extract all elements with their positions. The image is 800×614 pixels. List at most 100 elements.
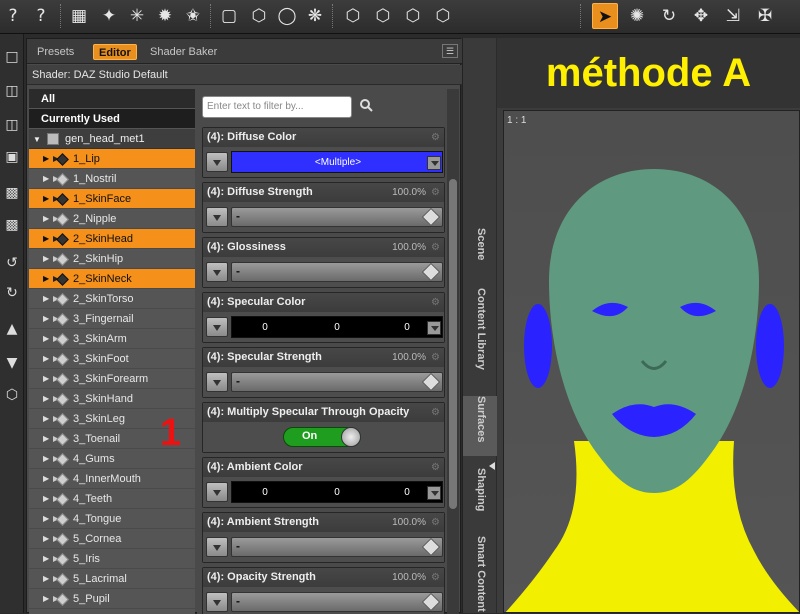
tree-item[interactable]: ▶ 3_SkinForearm: [29, 369, 195, 389]
open-icon[interactable]: ◫: [1, 80, 23, 102]
translate-tool-icon[interactable]: ✥: [688, 3, 714, 29]
tab-shaping[interactable]: Shaping: [463, 468, 497, 528]
slider-knob[interactable]: [421, 537, 441, 557]
tab-scene[interactable]: Scene: [463, 228, 497, 278]
rgb-blue-value[interactable]: 0: [392, 317, 422, 339]
property-menu-button[interactable]: [206, 262, 228, 282]
slider-knob[interactable]: [421, 592, 441, 612]
gear-icon[interactable]: ⚙: [431, 403, 440, 422]
load-pose-icon[interactable]: ▼: [1, 352, 23, 374]
expand-arrow-icon[interactable]: ▶: [43, 189, 49, 209]
tab-content-library[interactable]: Content Library: [463, 288, 497, 388]
property-slider[interactable]: -: [231, 537, 443, 557]
expand-arrow-icon[interactable]: ▶: [43, 349, 49, 369]
ps-icon[interactable]: ▲: [1, 318, 23, 340]
point-light-icon[interactable]: ✳: [124, 3, 150, 29]
tree-item[interactable]: ▶ 2_SkinHip: [29, 249, 195, 269]
tree-item[interactable]: ▶ 5_Pupil: [29, 589, 195, 609]
tab-presets[interactable]: Presets: [32, 44, 79, 60]
scale-tool-icon[interactable]: ⇲: [720, 3, 746, 29]
null-icon[interactable]: ⬡: [400, 3, 426, 29]
search-icon[interactable]: [359, 98, 373, 112]
rgb-blue-value[interactable]: 0: [392, 482, 422, 504]
expand-arrow-icon[interactable]: ▶: [43, 569, 49, 589]
color-swatch[interactable]: <Multiple>: [231, 151, 443, 173]
property-menu-button[interactable]: [206, 372, 228, 392]
color-swatch[interactable]: 0 0 0: [231, 481, 443, 503]
property-menu-button[interactable]: [206, 207, 228, 227]
expand-arrow-icon[interactable]: ▶: [43, 589, 49, 609]
toggle-switch[interactable]: On: [283, 427, 361, 447]
universal-tool-icon[interactable]: ✺: [624, 3, 650, 29]
import-icon[interactable]: ▩: [1, 214, 23, 236]
tree-item[interactable]: ▶ 3_SkinFoot: [29, 349, 195, 369]
tab-shader-baker[interactable]: Shader Baker: [145, 44, 222, 60]
filter-input[interactable]: Enter text to filter by...: [202, 96, 352, 118]
rgb-red-value[interactable]: 0: [250, 482, 280, 504]
color-swatch[interactable]: 0 0 0: [231, 316, 443, 338]
save-icon[interactable]: ▣: [1, 146, 23, 168]
collapse-arrow-icon[interactable]: ▼: [33, 135, 41, 144]
expand-arrow-icon[interactable]: ▶: [43, 509, 49, 529]
color-dropdown[interactable]: [427, 321, 441, 335]
node-select-tool-icon[interactable]: ➤: [592, 3, 618, 29]
expand-arrow-icon[interactable]: ▶: [43, 469, 49, 489]
save-as-icon[interactable]: ▩: [1, 182, 23, 204]
group-icon[interactable]: ⬡: [340, 3, 366, 29]
tree-item[interactable]: ▶ 3_SkinArm: [29, 329, 195, 349]
linear-light-icon[interactable]: ✬: [180, 3, 206, 29]
render-icon[interactable]: ⬡: [1, 384, 23, 406]
distant-light-icon[interactable]: ✹: [152, 3, 178, 29]
property-menu-button[interactable]: [206, 317, 228, 337]
merge-icon[interactable]: ◫: [1, 114, 23, 136]
gear-icon[interactable]: ⚙: [431, 568, 440, 587]
expand-arrow-icon[interactable]: ▶: [43, 209, 49, 229]
tab-smart-content[interactable]: Smart Content: [463, 536, 497, 613]
spotlight-icon[interactable]: ✦: [96, 3, 122, 29]
viewport-canvas[interactable]: 1 : 1: [503, 110, 800, 613]
tree-item[interactable]: ▶ 5_Iris: [29, 549, 195, 569]
tree-filter-all[interactable]: All: [29, 89, 195, 109]
color-dropdown[interactable]: [427, 486, 441, 500]
tab-surfaces[interactable]: Surfaces: [463, 396, 497, 456]
property-slider[interactable]: -: [231, 207, 443, 227]
expand-arrow-icon[interactable]: ▶: [43, 429, 49, 449]
rgb-green-value[interactable]: 0: [322, 482, 352, 504]
tree-root-node[interactable]: ▼ gen_head_met1: [29, 129, 195, 149]
tree-item[interactable]: ▶ 3_Fingernail: [29, 309, 195, 329]
property-slider[interactable]: -: [231, 372, 443, 392]
undo-icon[interactable]: ↺: [1, 252, 23, 274]
expand-arrow-icon[interactable]: ▶: [43, 449, 49, 469]
expand-arrow-icon[interactable]: ▶: [43, 289, 49, 309]
tree-item[interactable]: ▶ 1_SkinFace: [29, 189, 195, 209]
tree-item[interactable]: ▶ 2_Nipple: [29, 209, 195, 229]
collapse-pane-icon[interactable]: [489, 462, 495, 470]
expand-arrow-icon[interactable]: ▶: [43, 549, 49, 569]
scrollbar-thumb[interactable]: [449, 179, 457, 509]
expand-arrow-icon[interactable]: ▶: [43, 269, 49, 289]
gear-icon[interactable]: ⚙: [431, 238, 440, 257]
properties-scrollbar[interactable]: [447, 89, 459, 614]
rotate-tool-icon[interactable]: ↻: [656, 3, 682, 29]
property-menu-button[interactable]: [206, 482, 228, 502]
help-icon[interactable]: ?: [28, 3, 54, 29]
expand-arrow-icon[interactable]: ▶: [43, 529, 49, 549]
toggle-knob[interactable]: [341, 427, 361, 447]
expand-arrow-icon[interactable]: ▶: [43, 249, 49, 269]
expand-arrow-icon[interactable]: ▶: [43, 309, 49, 329]
joint-editor-icon[interactable]: ✠: [752, 3, 778, 29]
primitive-icon[interactable]: ▢: [216, 3, 242, 29]
tree-item[interactable]: ▶ 2_SkinHead: [29, 229, 195, 249]
slider-knob[interactable]: [421, 207, 441, 227]
expand-arrow-icon[interactable]: ▶: [43, 169, 49, 189]
rgb-red-value[interactable]: 0: [250, 317, 280, 339]
rgb-green-value[interactable]: 0: [322, 317, 352, 339]
tree-filter-currently-used[interactable]: Currently Used: [29, 109, 195, 129]
tree-item[interactable]: ▶ 4_Teeth: [29, 489, 195, 509]
expand-arrow-icon[interactable]: ▶: [43, 329, 49, 349]
expand-arrow-icon[interactable]: ▶: [43, 369, 49, 389]
instance-icon[interactable]: ⬡: [370, 3, 396, 29]
head-model[interactable]: [504, 111, 800, 613]
gear-icon[interactable]: ⚙: [431, 293, 440, 312]
tree-item[interactable]: ▶ 2_SkinNeck: [29, 269, 195, 289]
